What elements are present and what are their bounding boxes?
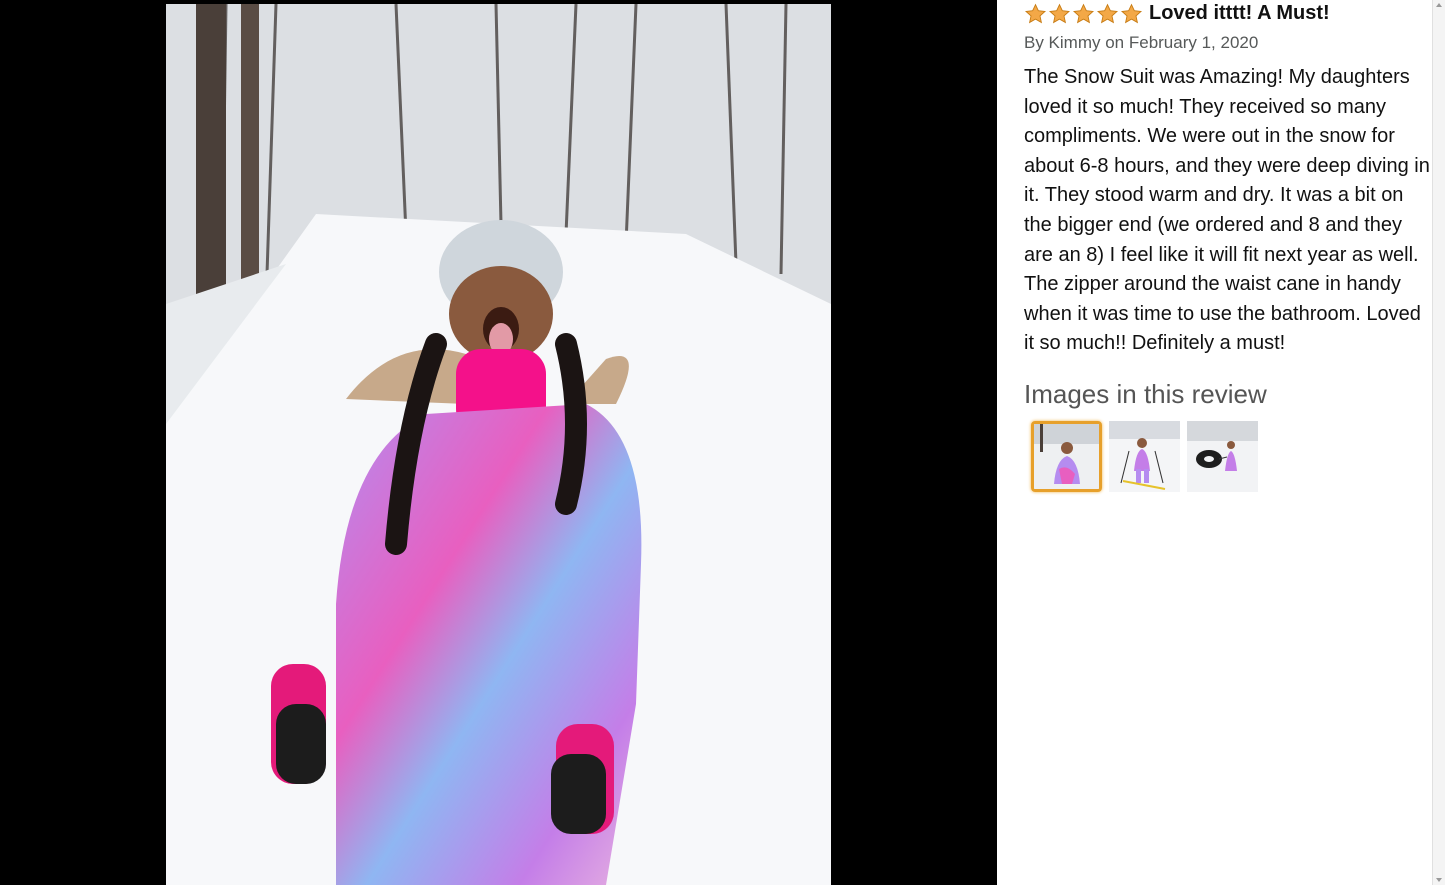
star-icon: [1120, 3, 1143, 23]
main-review-photo[interactable]: [166, 4, 831, 885]
scroll-down-icon[interactable]: [1436, 878, 1442, 882]
review-body: The Snow Suit was Amazing! My daughters …: [1024, 66, 1430, 355]
scroll-up-icon[interactable]: [1436, 3, 1442, 7]
star-icon: [1096, 3, 1119, 23]
star-icon: [1024, 3, 1047, 23]
review-header: Loved itttt! A Must!: [1024, 0, 1434, 27]
star-rating: [1024, 3, 1143, 25]
star-icon: [1048, 3, 1071, 23]
images-heading: Images in this review: [1024, 378, 1267, 409]
review-thumbnail[interactable]: [1109, 420, 1180, 492]
star-icon: [1072, 3, 1095, 23]
review-thumbnail[interactable]: [1031, 420, 1102, 492]
review-byline: By Kimmy on February 1, 2020: [1024, 33, 1259, 52]
scrollbar[interactable]: [1432, 0, 1445, 885]
image-viewer: [0, 0, 997, 885]
review-panel: Loved itttt! A Must! By Kimmy on Februar…: [1024, 0, 1434, 885]
review-thumbnail[interactable]: [1187, 420, 1258, 492]
review-thumbnails: [1031, 420, 1434, 492]
review-title: Loved itttt! A Must!: [1149, 2, 1330, 24]
